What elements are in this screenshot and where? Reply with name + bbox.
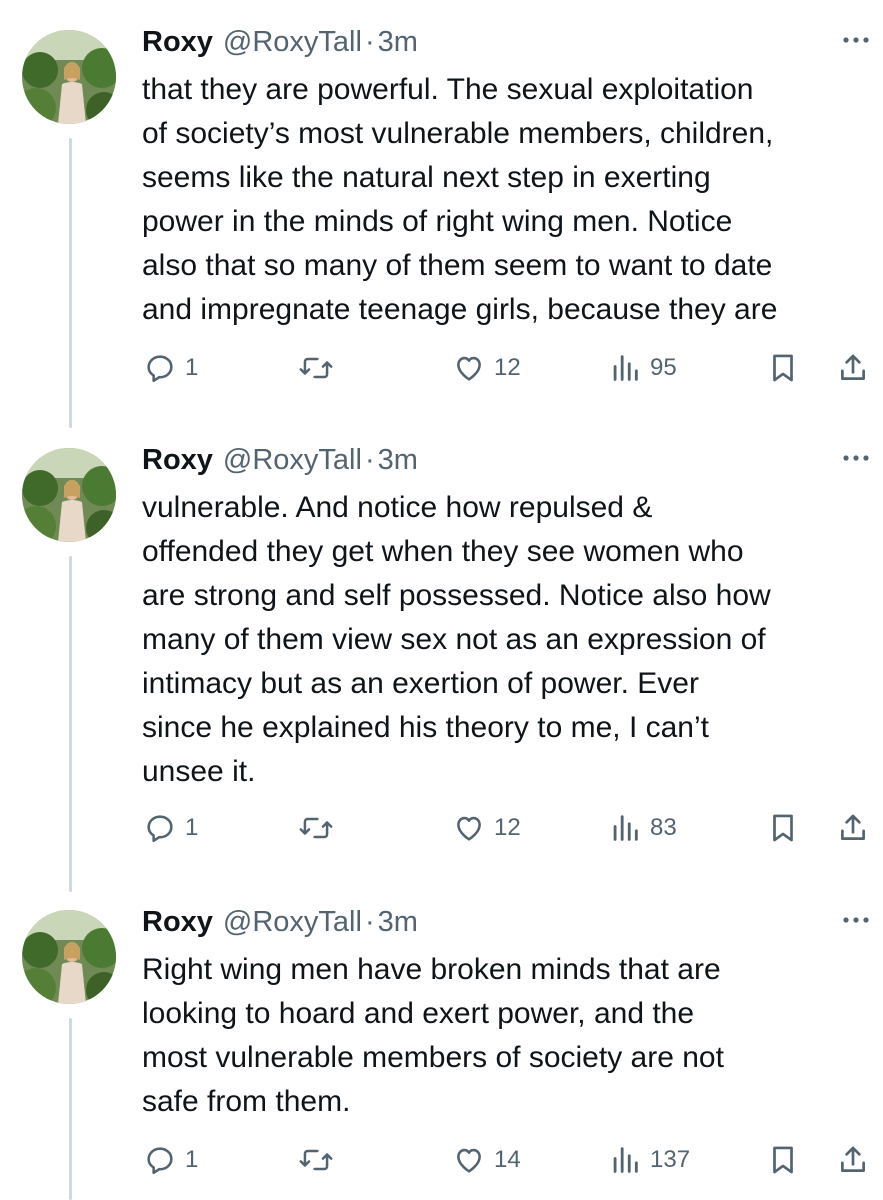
tweet-header: Roxy @RoxyTall · 3m (142, 902, 418, 942)
like-button[interactable]: 12 (452, 806, 521, 850)
tweet-text-line: unsee it. (142, 755, 256, 788)
tweet-text-line: looking to hoard and exert power, and th… (142, 997, 695, 1030)
tweet-timestamp[interactable]: 3m (378, 444, 418, 477)
tweet-actions: 1 12 95 (0, 346, 883, 390)
avatar-photo (22, 910, 116, 1004)
reply-icon (147, 815, 173, 843)
author-name[interactable]: Roxy (142, 444, 213, 477)
retweet-button[interactable] (298, 346, 334, 390)
tweet-header: Roxy @RoxyTall · 3m (142, 22, 418, 62)
avatar-photo (22, 448, 116, 542)
separator-dot: · (364, 443, 375, 476)
tweet-text-line: Right wing men have broken minds that ar… (142, 953, 721, 986)
tweet[interactable]: Roxy @RoxyTall · 3m Right wing men have … (0, 902, 883, 1200)
tweet-text-line: most vulnerable members of society are n… (142, 1041, 724, 1074)
more-options-button[interactable] (836, 908, 876, 932)
tweet-actions: 1 14 137 (0, 1138, 883, 1182)
more-options-button[interactable] (836, 446, 876, 470)
tweet-text-line: vulnerable. And notice how repulsed & (142, 491, 653, 524)
tweet-text-line: and impregnate teenage girls, because th… (142, 293, 778, 326)
share-button[interactable] (836, 346, 870, 390)
tweet-text-line: intimacy but as an exertion of power. Ev… (142, 667, 699, 700)
tweet-text-line: seems like the natural next step in exer… (142, 161, 711, 194)
author-handle[interactable]: @RoxyTall (223, 26, 362, 59)
tweet-text-line: many of them view sex not as an expressi… (142, 623, 766, 656)
reply-icon (147, 355, 173, 383)
retweet-button[interactable] (298, 1138, 334, 1182)
more-horizontal-icon (843, 917, 869, 923)
like-button[interactable]: 12 (452, 346, 521, 390)
tweet-text-line: safe from them. (142, 1085, 351, 1118)
separator-dot: · (364, 905, 375, 938)
tweet[interactable]: Roxy @RoxyTall · 3m that they are powerf… (0, 22, 883, 402)
tweet-timestamp[interactable]: 3m (378, 26, 418, 59)
avatar-photo (22, 30, 116, 124)
bookmark-button[interactable] (766, 346, 800, 390)
author-handle[interactable]: @RoxyTall (223, 444, 362, 477)
retweet-icon (299, 817, 333, 839)
reply-button[interactable]: 1 (143, 346, 198, 390)
avatar[interactable] (22, 448, 116, 542)
retweet-button[interactable] (298, 806, 334, 850)
share-button[interactable] (836, 806, 870, 850)
share-icon (841, 354, 865, 380)
more-horizontal-icon (843, 37, 869, 43)
reply-count: 1 (185, 354, 199, 381)
reply-count: 1 (185, 814, 199, 841)
views-chart-icon (613, 355, 638, 381)
heart-icon (457, 356, 481, 381)
tweet-text-line: that they are powerful. The sexual explo… (142, 73, 754, 106)
tweet-text-line: also that so many of them seem to want t… (142, 249, 773, 282)
separator-dot: · (364, 25, 375, 58)
tweet-text-line: offended they get when they see women wh… (142, 535, 744, 568)
view-count: 137 (650, 1146, 691, 1173)
tweet-text-line: are strong and self possessed. Notice al… (142, 579, 771, 612)
like-button[interactable]: 14 (452, 1138, 521, 1182)
bookmark-icon (773, 1146, 793, 1174)
like-count: 12 (494, 814, 521, 841)
avatar[interactable] (22, 910, 116, 1004)
views-button[interactable]: 95 (608, 346, 677, 390)
like-count: 12 (494, 354, 521, 381)
tweet-text: vulnerable. And notice how repulsed & of… (142, 486, 872, 794)
heart-icon (457, 816, 481, 841)
tweet-text-line: power in the minds of right wing men. No… (142, 205, 733, 238)
tweet-header: Roxy @RoxyTall · 3m (142, 440, 418, 480)
tweet-text: that they are powerful. The sexual explo… (142, 68, 872, 332)
views-button[interactable]: 137 (608, 1138, 690, 1182)
view-count: 95 (650, 354, 677, 381)
bookmark-button[interactable] (766, 1138, 800, 1182)
view-count: 83 (650, 814, 677, 841)
retweet-icon (299, 1149, 333, 1171)
author-name[interactable]: Roxy (142, 906, 213, 939)
heart-icon (457, 1148, 481, 1173)
like-count: 14 (494, 1146, 521, 1173)
more-horizontal-icon (843, 455, 869, 461)
tweet[interactable]: Roxy @RoxyTall · 3m vulnerable. And noti… (0, 440, 883, 860)
bookmark-button[interactable] (766, 806, 800, 850)
reply-button[interactable]: 1 (143, 806, 198, 850)
author-handle[interactable]: @RoxyTall (223, 906, 362, 939)
reply-icon (147, 1147, 173, 1175)
more-options-button[interactable] (836, 28, 876, 52)
share-icon (841, 814, 865, 840)
tweet-actions: 1 12 83 (0, 806, 883, 850)
tweet-timestamp[interactable]: 3m (378, 906, 418, 939)
share-button[interactable] (836, 1138, 870, 1182)
tweet-text-line: of society’s most vulnerable members, ch… (142, 117, 774, 150)
bookmark-icon (773, 814, 793, 842)
reply-count: 1 (185, 1146, 199, 1173)
tweet-text: Right wing men have broken minds that ar… (142, 948, 872, 1124)
views-chart-icon (613, 1147, 638, 1173)
bookmark-icon (773, 354, 793, 382)
author-name[interactable]: Roxy (142, 26, 213, 59)
views-chart-icon (613, 815, 638, 841)
share-icon (841, 1146, 865, 1172)
reply-button[interactable]: 1 (143, 1138, 198, 1182)
views-button[interactable]: 83 (608, 806, 677, 850)
avatar[interactable] (22, 30, 116, 124)
retweet-icon (299, 357, 333, 379)
tweet-text-line: since he explained his theory to me, I c… (142, 711, 709, 744)
